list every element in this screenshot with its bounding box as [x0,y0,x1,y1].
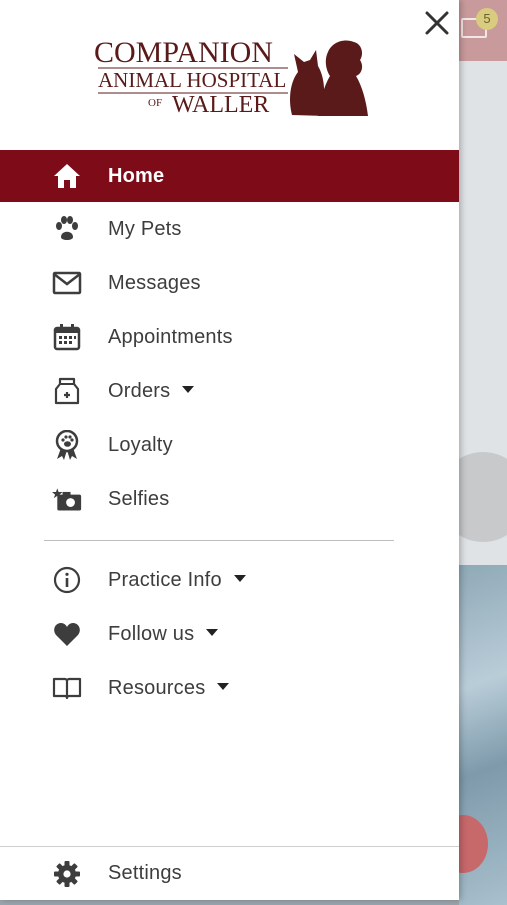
menu-label-my-pets: My Pets [108,217,182,240]
menu-label-appointments: Appointments [108,325,233,348]
menu-item-selfies[interactable]: Selfies [0,472,459,526]
menu-item-my-pets[interactable]: My Pets [0,202,459,256]
logo-line3-prefix: OF [148,97,162,109]
logo-line2: ANIMAL HOSPITAL [98,68,286,92]
logo-line1: COMPANION [94,36,273,69]
paw-icon [52,214,82,244]
info-icon [52,565,82,595]
logo-line3: WALLER [172,92,269,118]
menu-label-selfies: Selfies [108,487,170,510]
award-ribbon-icon [52,430,82,460]
envelope-icon [52,268,82,298]
heart-icon [52,619,82,649]
home-icon [52,161,82,191]
menu-item-practice-info[interactable]: Practice Info [0,553,459,607]
menu-label-practice-info: Practice Info [108,569,246,592]
chevron-down-icon [206,628,219,636]
menu-label-orders: Orders [108,380,195,403]
secondary-menu: Practice Info Follow us Resources [0,553,459,715]
hospital-logo: COMPANION ANIMAL HOSPITAL OF WALLER [92,30,372,120]
menu-item-home[interactable]: Home [0,150,459,202]
calendar-icon [52,322,82,352]
menu-label-follow-us: Follow us [108,623,219,646]
background-message-badge: 5 [476,8,498,30]
chevron-down-icon [182,385,195,393]
menu-label-loyalty: Loyalty [108,433,173,456]
chevron-down-icon [233,574,246,582]
menu-divider [44,540,394,541]
menu-item-appointments[interactable]: Appointments [0,310,459,364]
book-icon [52,673,82,703]
main-menu: Home My Pets Messages Appointments Order… [0,150,459,526]
menu-item-orders[interactable]: Orders [0,364,459,418]
chevron-down-icon [217,682,230,690]
menu-label-messages: Messages [108,271,201,294]
menu-item-follow-us[interactable]: Follow us [0,607,459,661]
menu-item-settings[interactable]: Settings [0,847,459,900]
gear-icon [52,859,82,889]
menu-item-resources[interactable]: Resources [0,661,459,715]
camera-icon [52,484,82,514]
close-drawer-button[interactable] [420,6,454,40]
menu-label-home: Home [108,164,165,187]
dog-silhouette [318,40,368,116]
medicine-bag-icon [52,376,82,406]
menu-label-resources: Resources [108,677,230,700]
menu-label-settings: Settings [108,862,182,884]
close-icon [425,11,449,35]
navigation-drawer: COMPANION ANIMAL HOSPITAL OF WALLER Home [0,0,459,900]
menu-item-loyalty[interactable]: Loyalty [0,418,459,472]
menu-item-messages[interactable]: Messages [0,256,459,310]
